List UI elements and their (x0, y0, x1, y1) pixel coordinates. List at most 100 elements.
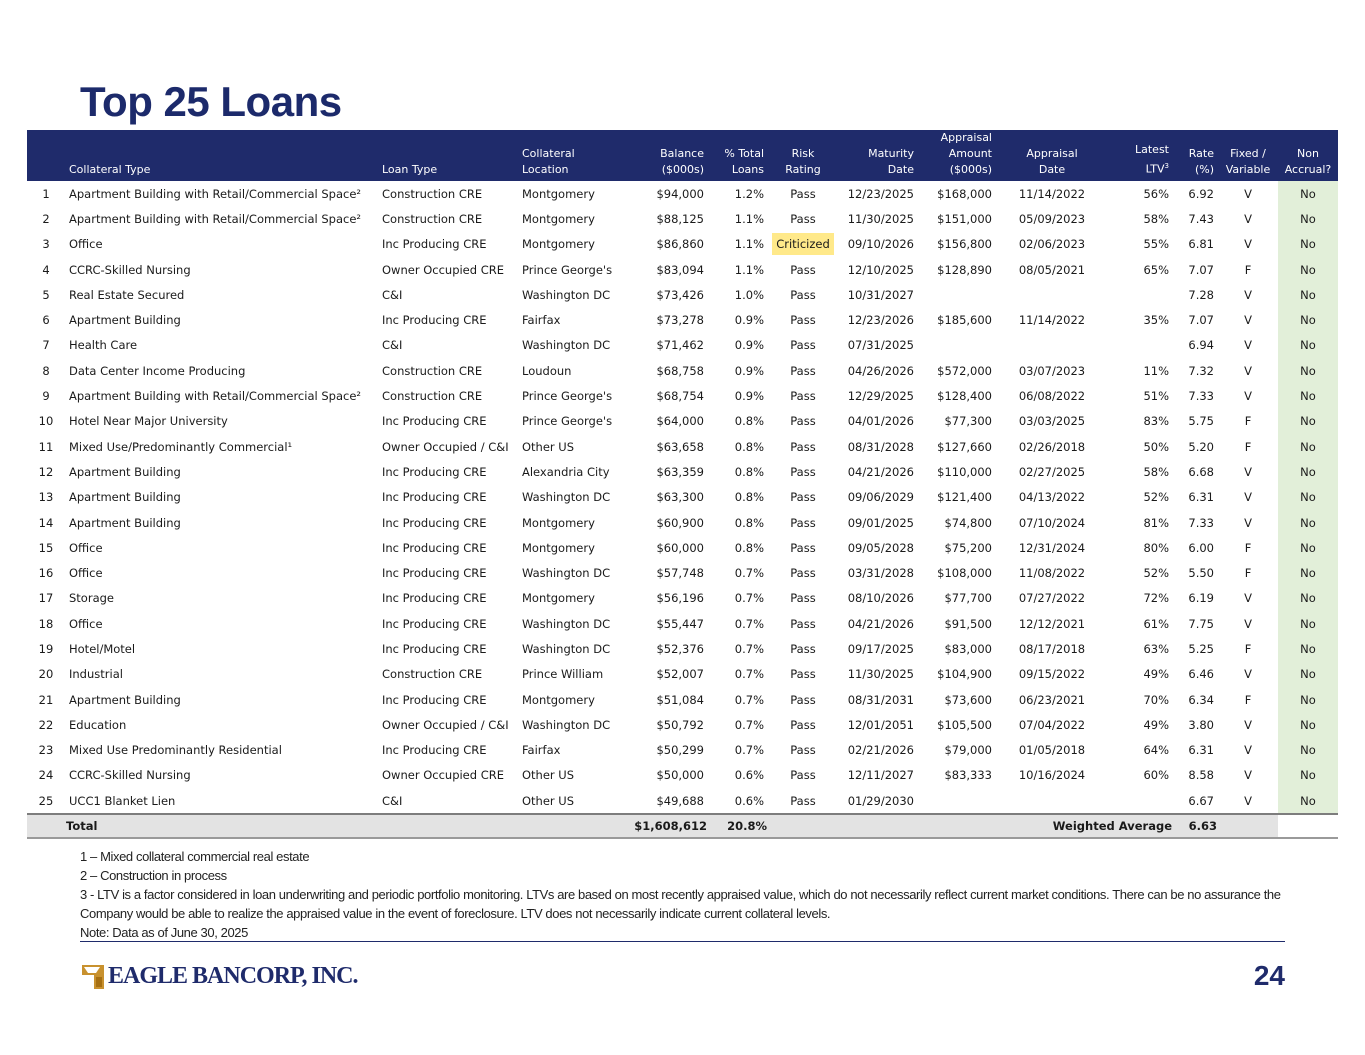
collateral-type-cell: CCRC-Skilled Nursing (69, 768, 191, 783)
ltv-cell (1108, 282, 1173, 307)
appraisal-amount-cell: $83,000 (944, 641, 992, 656)
balance-cell: $55,447 (656, 616, 704, 631)
collateral-location-cell: Other US (522, 793, 575, 808)
loan-type-cell: C&I (382, 287, 403, 302)
row-num-cell: 15 (38, 540, 54, 555)
rate-cell: 7.33 (1188, 389, 1214, 404)
rate-cell: 6.94 (1188, 338, 1214, 353)
non-accrual-cell: No (1278, 181, 1338, 207)
appraisal-date-cell: 06/08/2022 (1018, 389, 1086, 404)
pct-total-cell: 1.2% (734, 186, 764, 201)
loan-type-cell: Construction CRE (382, 186, 483, 201)
fixed-variable-cell: V (1244, 237, 1252, 252)
fixed-variable-cell: V (1244, 667, 1252, 682)
ltv-cell: 55% (1143, 237, 1169, 252)
pct-total-cell: 0.7% (734, 641, 764, 656)
ltv-cell: 63% (1143, 641, 1169, 656)
appraisal-amount-cell: $105,500 (937, 717, 992, 732)
maturity-date-cell: 08/31/2028 (847, 439, 914, 454)
pct-total-cell: 0.7% (734, 566, 764, 581)
header-location: Collateral Location (518, 130, 628, 181)
appraisal-amount-cell (918, 282, 996, 307)
appraisal-amount-cell: $185,600 (937, 313, 992, 328)
total-pct: 20.8% (708, 813, 768, 840)
fixed-variable-cell: F (1244, 540, 1252, 555)
table-row: 4 CCRC-Skilled Nursing Owner Occupied CRE P… (27, 256, 1338, 283)
balance-cell: $60,900 (656, 515, 704, 530)
appraisal-amount-cell: $75,200 (944, 540, 992, 555)
loan-type-cell: Inc Producing CRE (382, 641, 487, 656)
maturity-date-cell: 12/11/2027 (847, 768, 914, 783)
rate-cell: 6.31 (1188, 490, 1214, 505)
non-accrual-cell: No (1278, 231, 1338, 257)
table-row: 8 Data Center Income Producing Constructio… (27, 358, 1338, 384)
balance-cell: $71,462 (656, 338, 704, 353)
total-balance: $1,608,612 (628, 813, 708, 840)
loan-type-cell: Inc Producing CRE (382, 540, 487, 555)
collateral-location-cell: Other US (522, 439, 575, 454)
balance-cell: $63,359 (656, 464, 704, 479)
collateral-location-cell: Montgomery (522, 186, 595, 201)
non-accrual-cell: No (1278, 307, 1338, 333)
row-num-cell: 11 (38, 439, 54, 454)
loan-type-cell: Construction CRE (382, 389, 483, 404)
collateral-type-cell: Data Center Income Producing (69, 363, 246, 378)
maturity-date-cell: 12/01/2051 (847, 717, 914, 732)
risk-rating-cell: Pass (790, 464, 816, 479)
appraisal-date-cell: 12/12/2021 (1018, 616, 1086, 631)
collateral-type-cell: Apartment Building (69, 464, 181, 479)
balance-cell: $50,000 (656, 768, 704, 783)
collateral-location-cell: Montgomery (522, 515, 595, 530)
fixed-variable-cell: V (1244, 793, 1252, 808)
fixed-variable-cell: F (1244, 692, 1252, 707)
pct-total-cell: 1.0% (734, 287, 764, 302)
maturity-date-cell: 09/05/2028 (847, 540, 914, 555)
rate-cell: 8.58 (1188, 768, 1214, 783)
footnote-date: Note: Data as of June 30, 2025 (80, 925, 248, 940)
total-row: Total $1,608,612 20.8% Weighted Average … (27, 813, 1338, 840)
rate-cell: 6.34 (1188, 692, 1214, 707)
table-row: 9 Apartment Building with Retail/Commerci… (27, 383, 1338, 409)
appraisal-amount-cell: $572,000 (937, 363, 992, 378)
collateral-type-cell: Office (69, 237, 103, 252)
risk-rating-cell: Pass (790, 591, 816, 606)
footer-divider (80, 941, 1285, 942)
ltv-cell (1108, 333, 1173, 358)
appraisal-date-cell: 01/05/2018 (1018, 743, 1086, 758)
fixed-variable-cell: V (1244, 389, 1252, 404)
collateral-type-cell: Mixed Use/Predominantly Commercial¹ (69, 439, 293, 454)
fixed-variable-cell: V (1244, 591, 1252, 606)
header-appraisal-amount: Appraisal Amount ($000s) (918, 130, 996, 181)
balance-cell: $63,300 (656, 490, 704, 505)
pct-total-cell: 0.8% (734, 439, 764, 454)
collateral-type-cell: Apartment Building (69, 490, 181, 505)
company-logo: EAGLE BANCORP, INC. (80, 960, 358, 992)
risk-rating-cell: Pass (790, 793, 816, 808)
header-risk-rating: Risk Rating (768, 130, 838, 181)
loan-type-cell: Inc Producing CRE (382, 591, 487, 606)
table-row: 19 Hotel/Motel Inc Producing CRE Washington… (27, 636, 1338, 662)
fixed-variable-cell: V (1244, 211, 1252, 226)
loan-type-cell: C&I (382, 338, 403, 353)
risk-rating-cell: Pass (790, 262, 816, 277)
risk-rating-cell: Pass (790, 616, 816, 631)
fixed-variable-cell: V (1244, 464, 1252, 479)
appraisal-date-cell: 03/03/2025 (1018, 414, 1086, 429)
appraisal-amount-cell: $168,000 (937, 186, 992, 201)
balance-cell: $51,084 (656, 692, 704, 707)
loan-type-cell: Inc Producing CRE (382, 616, 487, 631)
maturity-date-cell: 12/10/2025 (847, 262, 914, 277)
row-num-cell: 18 (38, 616, 54, 631)
non-accrual-cell: No (1278, 282, 1338, 308)
appraisal-date-cell: 07/04/2022 (1018, 717, 1086, 732)
table-row: 22 Education Owner Occupied / C&I Washingto… (27, 712, 1338, 738)
balance-cell: $52,376 (656, 641, 704, 656)
collateral-type-cell: Industrial (69, 667, 123, 682)
row-num-cell: 13 (38, 490, 54, 505)
fixed-variable-cell: V (1244, 743, 1252, 758)
risk-rating-cell: Pass (790, 641, 816, 656)
collateral-location-cell: Washington DC (522, 566, 611, 581)
pct-total-cell: 0.7% (734, 692, 764, 707)
header-collateral-type: Collateral Type (65, 130, 378, 181)
appraisal-date-cell: 06/23/2021 (1018, 692, 1086, 707)
